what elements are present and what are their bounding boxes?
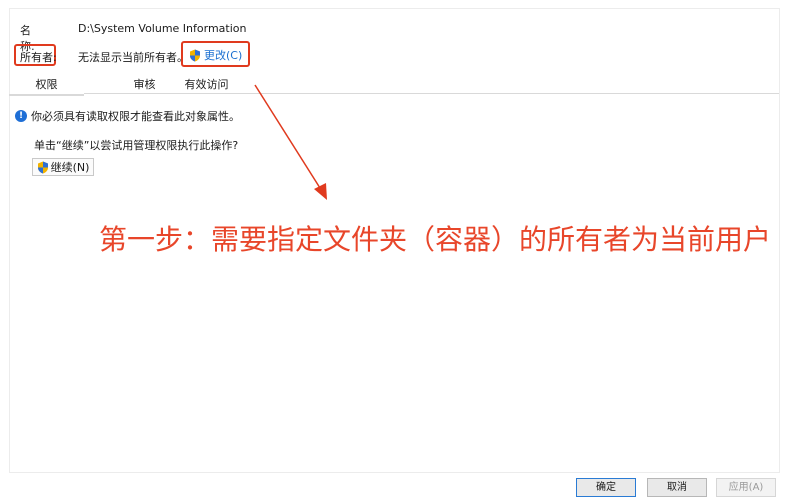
arrow-head <box>314 183 327 200</box>
annotation-text: 第一步：需要指定文件夹（容器）的所有者为当前用户 <box>99 223 772 256</box>
arrow-line <box>254 84 321 189</box>
ok-button[interactable]: 确定 <box>576 478 636 497</box>
cancel-button[interactable]: 取消 <box>647 478 707 497</box>
apply-button[interactable]: 应用(A) <box>716 478 776 497</box>
